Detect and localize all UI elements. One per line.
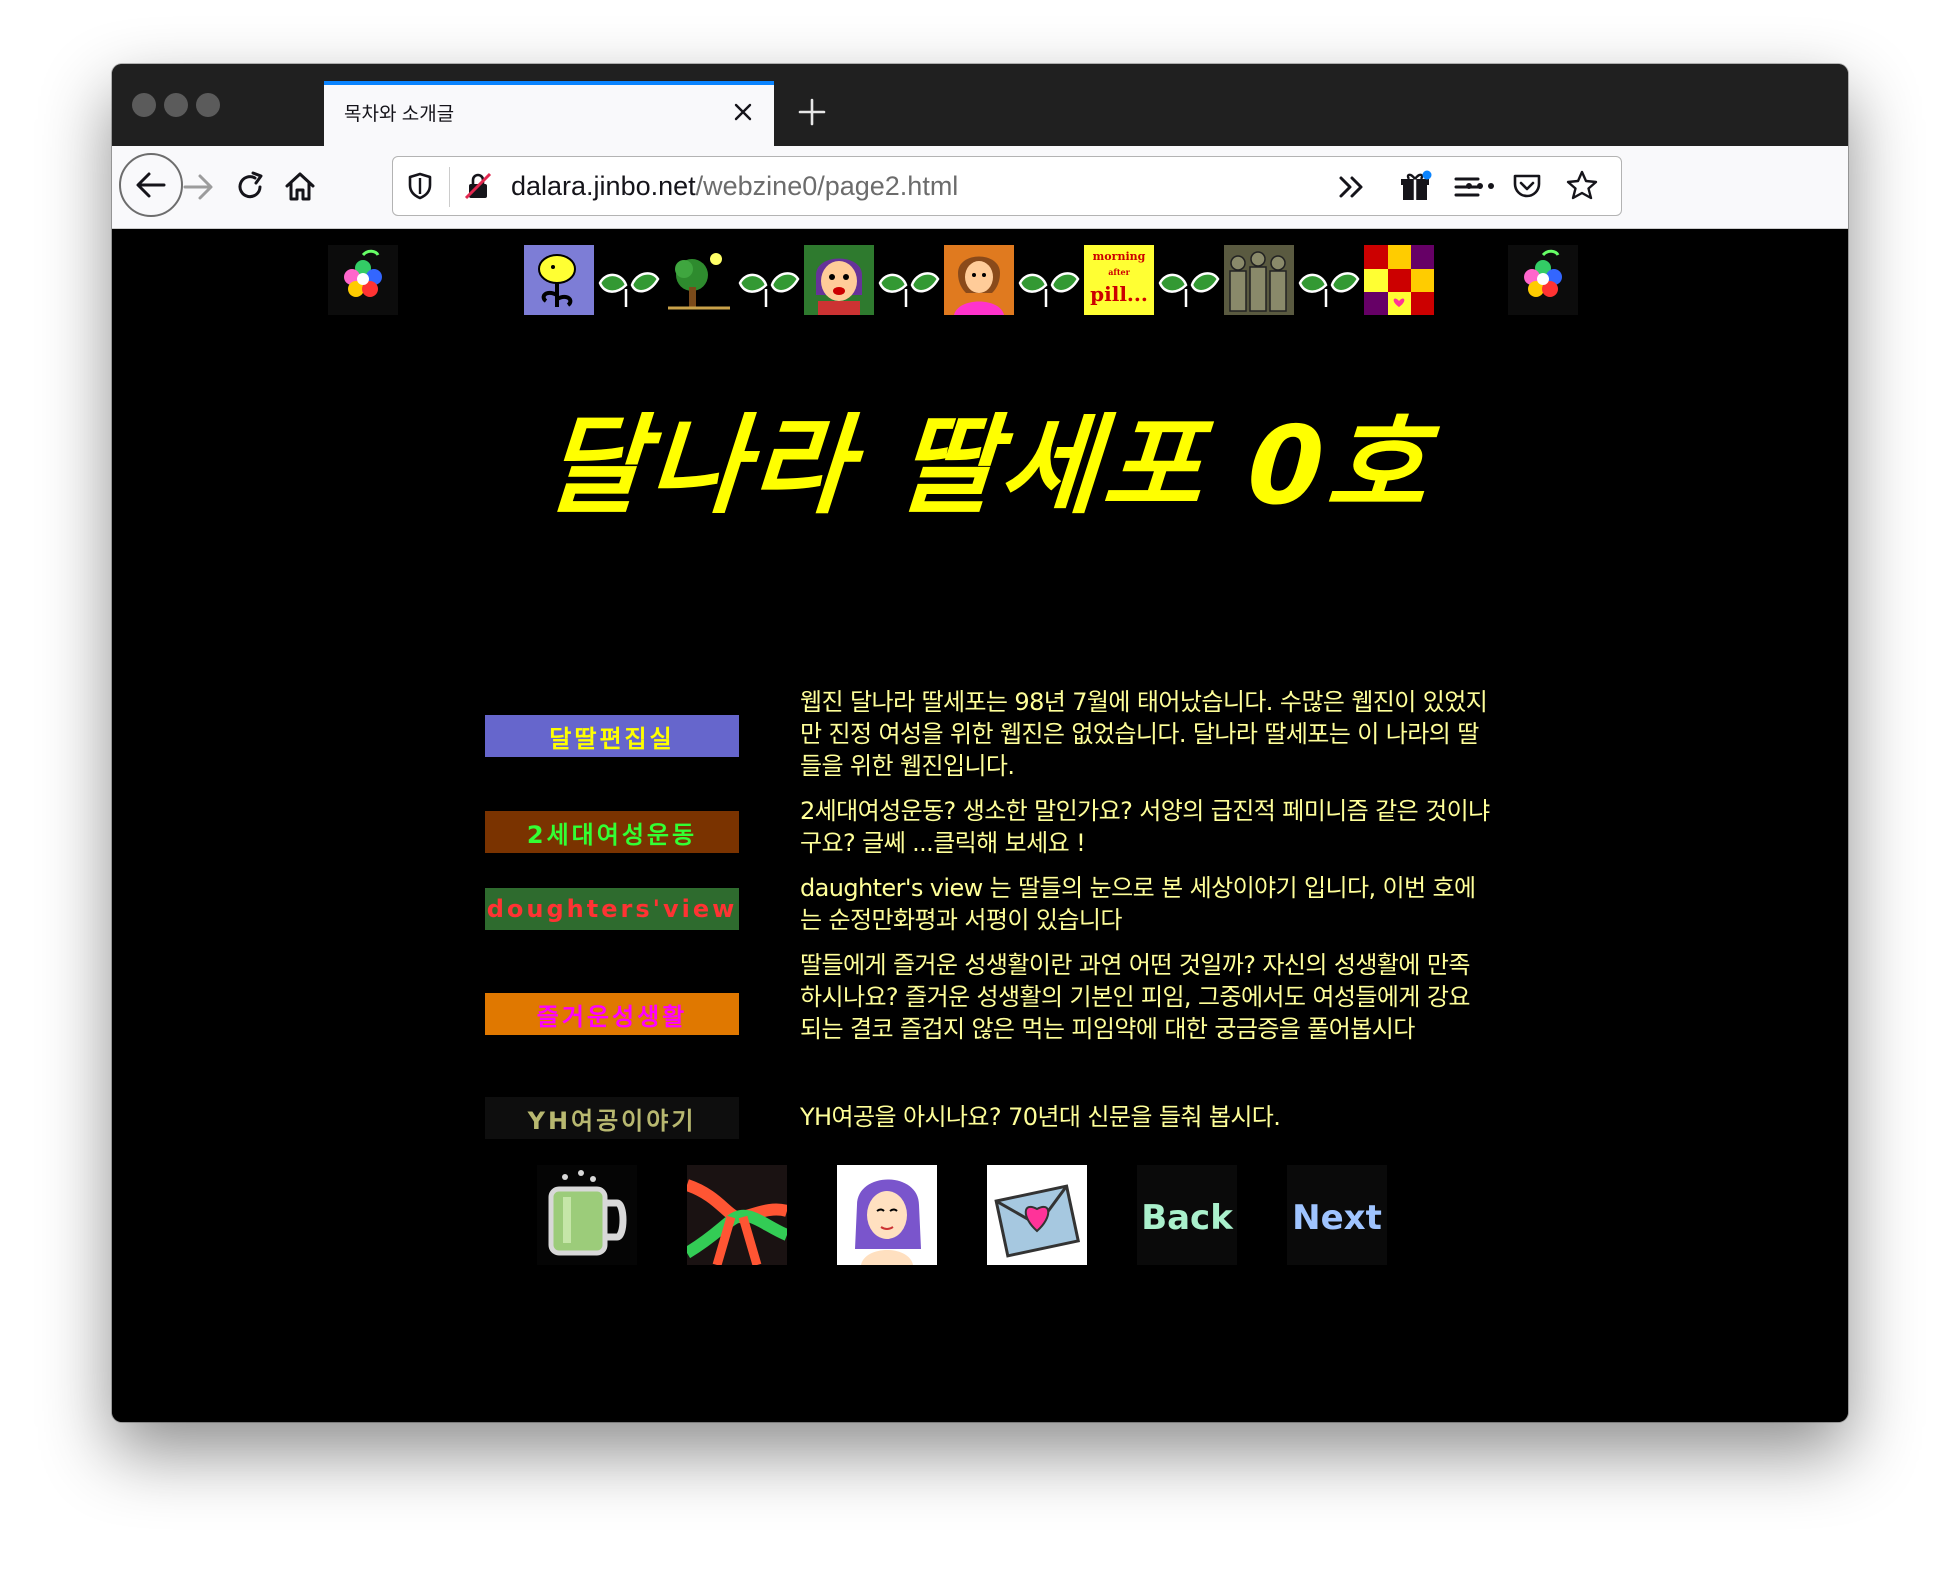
leaves-icon [874,245,944,315]
pill-line-1: morning [1093,250,1146,263]
reload-icon [238,171,263,199]
leaves-icon [1154,245,1224,315]
url-host: dalara.jinbo.net [511,171,696,201]
bookmark-star-icon[interactable] [1565,169,1599,203]
section-button-daughters-view[interactable]: doughters'view [485,888,739,930]
whats-new-gift-icon[interactable] [1388,159,1444,215]
url-path: /webzine0/page2.html [695,171,959,201]
next-label: Next [1292,1198,1382,1238]
girl-face-icon [804,245,874,315]
page-content: morning after pill... 달나라 딸세포 0호 달딸편집실 웹… [112,229,1848,1422]
leaves-icon [1294,245,1364,315]
section-button-sex-life[interactable]: 즐거운성생활 [485,993,739,1035]
back-button-page[interactable]: Back [1137,1165,1237,1265]
back-label: Back [1141,1198,1234,1238]
menu-hamburger-icon[interactable] [1439,159,1495,215]
new-tab-plus-icon[interactable] [792,92,832,132]
heart-envelope-icon[interactable] [987,1165,1087,1265]
back-arrow-icon [136,172,166,198]
active-tab[interactable]: 목차와 소개글 [324,81,774,146]
crowd-icon [1224,245,1294,315]
close-window-button[interactable] [132,93,156,117]
tree-icon [664,245,734,315]
woman-portrait-icon[interactable] [837,1165,937,1265]
leaves-icon [734,245,804,315]
leaves-icon [594,245,664,315]
pocket-icon[interactable] [1511,170,1543,202]
ribbon-icon[interactable] [687,1165,787,1265]
section-description-sex-life: 딸들에게 즐거운 성생활이란 과연 어떤 것일까? 자신의 성생활에 만족하시나… [800,951,1470,1043]
browser-window: 목차와 소개글 dalara.jinbo.net/webzine0/page2.… [112,64,1848,1422]
leaves-icon [1014,245,1084,315]
navigation-toolbar: dalara.jinbo.net/webzine0/page2.html [112,146,1848,229]
section-button-editorial[interactable]: 달딸편집실 [485,715,739,757]
maximize-window-button[interactable] [196,93,220,117]
url-text: dalara.jinbo.net/webzine0/page2.html [511,171,958,202]
minimize-window-button[interactable] [164,93,188,117]
section-description-editorial: 웹진 달나라 딸세포는 98년 7월에 태어났습니다. 수많은 웹진이 있었지만… [800,688,1488,780]
tab-title: 목차와 소개글 [344,104,455,125]
section-description-yh-workers: YH여공을 아시나요? 70년대 신문을 들춰 봅시다. [800,1103,1281,1131]
address-bar-divider [449,167,450,207]
flower-icon [328,245,398,315]
forward-button[interactable] [170,159,226,215]
pill-line-3: pill... [1090,282,1148,306]
section-button-yh-workers[interactable]: YH여공이야기 [485,1097,739,1139]
section-description-daughters-view: daughter's view 는 딸들의 눈으로 본 세상이야기 입니다, 이… [800,874,1476,934]
tab-close-icon[interactable] [728,97,758,127]
mug-icon[interactable] [537,1165,637,1265]
reload-button[interactable] [222,159,278,215]
section-description-second-wave: 2세대여성운동? 생소한 말인가요? 서양의 급진적 페미니즘 같은 것이냐구요… [800,797,1490,857]
flower-icon [1508,245,1578,315]
section-button-second-wave[interactable]: 2세대여성운동 [485,811,739,853]
home-button[interactable] [272,159,328,215]
forward-arrow-icon [183,174,213,200]
page-title: 달나라 딸세포 0호 [540,404,1436,529]
pill-line-2: after [1108,267,1130,277]
tracking-shield-icon[interactable] [405,171,435,201]
morning-after-pill-icon: morning after pill... [1084,245,1154,315]
yellow-flower-icon [524,245,594,315]
overflow-chevron-icon[interactable] [1324,159,1380,215]
home-icon [285,172,315,201]
tab-strip: 목차와 소개글 [112,64,1848,146]
next-button-page[interactable]: Next [1287,1165,1387,1265]
insecure-lock-icon[interactable] [463,171,493,201]
patchwork-icon [1364,245,1434,315]
pink-woman-icon [944,245,1014,315]
